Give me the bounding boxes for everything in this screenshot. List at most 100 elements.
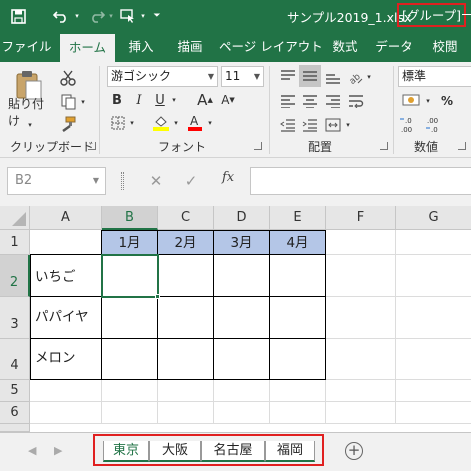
orientation-icon[interactable]: ab — [345, 67, 365, 87]
fill-color-dropdown-icon[interactable]: ▾ — [171, 114, 181, 132]
cell-A4[interactable]: メロン — [30, 339, 102, 380]
decrease-decimal-icon[interactable]: .00.0 — [424, 114, 448, 136]
cell-D4[interactable] — [214, 339, 270, 380]
cell-F6[interactable] — [326, 402, 396, 424]
shrink-font-button[interactable]: A ▼ — [219, 90, 237, 110]
merge-dropdown-icon[interactable]: ▾ — [344, 115, 352, 135]
cell-B1[interactable]: 1月 — [101, 230, 158, 255]
row-header[interactable]: 3 — [0, 297, 30, 339]
sheet-tab-nagoya[interactable]: 名古屋 — [201, 441, 265, 462]
cell-G5[interactable] — [396, 380, 471, 402]
merge-center-icon[interactable] — [322, 115, 344, 135]
cell-F1[interactable] — [326, 230, 396, 255]
previous-sheet-icon[interactable]: ◀ — [28, 444, 36, 457]
borders-dropdown-icon[interactable]: ▾ — [127, 114, 137, 132]
accounting-dropdown-icon[interactable]: ▾ — [424, 91, 432, 111]
grow-font-button[interactable]: A ▲ — [196, 90, 214, 110]
cell-B5[interactable] — [102, 380, 158, 402]
cell-G4[interactable] — [396, 339, 471, 380]
cell-C4[interactable] — [158, 339, 214, 380]
undo-dropdown-icon[interactable]: ▾ — [72, 4, 82, 28]
next-sheet-icon[interactable]: ▶ — [54, 444, 62, 457]
row-header[interactable]: 6 — [0, 402, 30, 424]
alignment-launcher-icon[interactable] — [380, 142, 388, 150]
cell-E6[interactable] — [270, 402, 326, 424]
tab-page-layout[interactable]: ページ レイアウト — [219, 32, 323, 62]
align-bottom-icon[interactable] — [322, 67, 344, 87]
font-size-combo[interactable]: 11 ▼ — [221, 66, 264, 87]
cell-F3[interactable] — [326, 297, 396, 339]
cell-B3[interactable] — [102, 297, 158, 339]
tab-insert[interactable]: 挿入 — [119, 32, 163, 62]
column-header[interactable]: E — [270, 206, 326, 230]
paste-dropdown-icon[interactable]: ▾ — [24, 120, 36, 130]
cell-B4[interactable] — [102, 339, 158, 380]
clipboard-launcher-icon[interactable] — [88, 142, 96, 150]
cell-D2[interactable] — [214, 255, 270, 297]
borders-icon[interactable] — [109, 114, 127, 132]
cell-F5[interactable] — [326, 380, 396, 402]
column-header[interactable]: A — [30, 206, 102, 230]
bold-button[interactable]: B — [109, 90, 125, 110]
sheet-tab-fukuoka[interactable]: 福岡 — [265, 441, 315, 462]
copy-dropdown-icon[interactable]: ▾ — [79, 92, 87, 112]
align-middle-icon[interactable] — [299, 65, 321, 87]
row-header[interactable]: 5 — [0, 380, 30, 402]
sheet-tab-osaka[interactable]: 大阪 — [149, 441, 201, 462]
name-box[interactable]: B2 ▼ — [7, 167, 106, 195]
cell-E4[interactable] — [270, 339, 326, 380]
font-name-combo[interactable]: 游ゴシック ▼ — [107, 66, 218, 87]
format-painter-icon[interactable] — [57, 114, 79, 134]
fill-handle[interactable] — [155, 294, 160, 299]
cell-F2[interactable] — [326, 255, 396, 297]
formula-input[interactable] — [250, 167, 471, 195]
tab-home[interactable]: ホーム — [60, 34, 115, 62]
number-format-combo[interactable]: 標準 — [398, 66, 471, 87]
accounting-format-icon[interactable] — [400, 91, 424, 111]
font-color-icon[interactable]: A — [185, 112, 205, 132]
cell-E2[interactable] — [270, 255, 326, 297]
cell-E3[interactable] — [270, 297, 326, 339]
row-header[interactable]: 2 — [0, 255, 30, 297]
column-header[interactable]: G — [396, 206, 471, 230]
cell-D5[interactable] — [214, 380, 270, 402]
tab-formulas[interactable]: 数式 — [324, 32, 366, 62]
row-header[interactable]: 1 — [0, 230, 30, 255]
minimize-icon[interactable] — [462, 14, 471, 15]
cell-E5[interactable] — [270, 380, 326, 402]
percent-style-icon[interactable]: % — [436, 91, 458, 111]
tab-file[interactable]: ファイル — [0, 32, 53, 62]
font-launcher-icon[interactable] — [254, 142, 262, 150]
wrap-text-icon[interactable] — [345, 91, 367, 111]
column-header[interactable]: B — [102, 206, 158, 230]
cell-C2[interactable] — [158, 255, 214, 297]
align-top-icon[interactable] — [277, 67, 299, 87]
cell-A5[interactable] — [30, 380, 102, 402]
align-center-icon[interactable] — [299, 91, 321, 111]
cell-C3[interactable] — [158, 297, 214, 339]
column-header[interactable]: C — [158, 206, 214, 230]
cell-A1[interactable] — [30, 230, 102, 255]
italic-button[interactable]: I — [131, 90, 147, 110]
cell-D6[interactable] — [214, 402, 270, 424]
cell-G1[interactable] — [396, 230, 471, 255]
cell-A2[interactable]: いちご — [30, 255, 102, 297]
select-all-button[interactable] — [0, 206, 30, 230]
increase-indent-icon[interactable] — [299, 115, 321, 135]
save-icon[interactable] — [7, 4, 29, 28]
decrease-indent-icon[interactable] — [277, 115, 299, 135]
touch-mode-icon[interactable] — [118, 4, 138, 28]
insert-function-button[interactable]: fx — [222, 170, 234, 185]
add-sheet-icon[interactable]: + — [345, 442, 363, 460]
number-launcher-icon[interactable] — [458, 142, 466, 150]
cell-G3[interactable] — [396, 297, 471, 339]
paste-button[interactable]: 貼り付け — [8, 97, 54, 128]
increase-decimal-icon[interactable]: .0.00 — [398, 114, 422, 136]
cut-icon[interactable] — [57, 68, 79, 88]
tab-data[interactable]: データ — [371, 32, 417, 62]
cell-A3[interactable]: パパイヤ — [30, 297, 102, 339]
copy-icon[interactable] — [57, 92, 79, 112]
touch-dropdown-icon[interactable]: ▾ — [138, 4, 148, 28]
cell-B6[interactable] — [102, 402, 158, 424]
tab-draw[interactable]: 描画 — [168, 32, 212, 62]
